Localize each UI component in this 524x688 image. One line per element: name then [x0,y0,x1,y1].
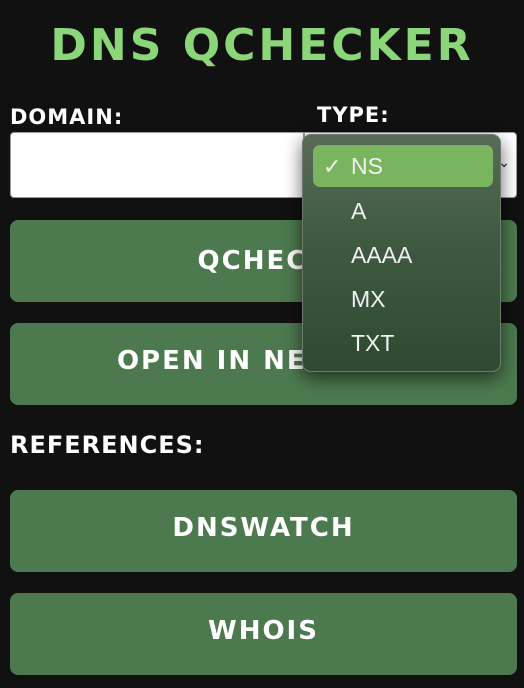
type-option-aaaa[interactable]: AAAA [313,234,493,276]
dnswatch-button[interactable]: DNSWATCH [10,490,517,572]
app-title: DNS QCHECKER [50,20,474,71]
references-label: REFERENCES: [10,431,205,459]
domain-input[interactable] [10,132,304,198]
type-option-ns[interactable]: ✓ NS [313,145,493,187]
option-label: NS [351,153,383,179]
checkmark-icon: ✓ [323,154,342,179]
type-dropdown-menu: ✓ NS A AAAA MX TXT [302,134,501,372]
type-option-txt[interactable]: TXT [313,322,493,364]
type-option-a[interactable]: A [313,190,493,232]
type-option-mx[interactable]: MX [313,278,493,320]
domain-label: DOMAIN: [10,105,124,129]
type-label: TYPE: [317,103,390,127]
whois-button[interactable]: WHOIS [10,593,517,675]
